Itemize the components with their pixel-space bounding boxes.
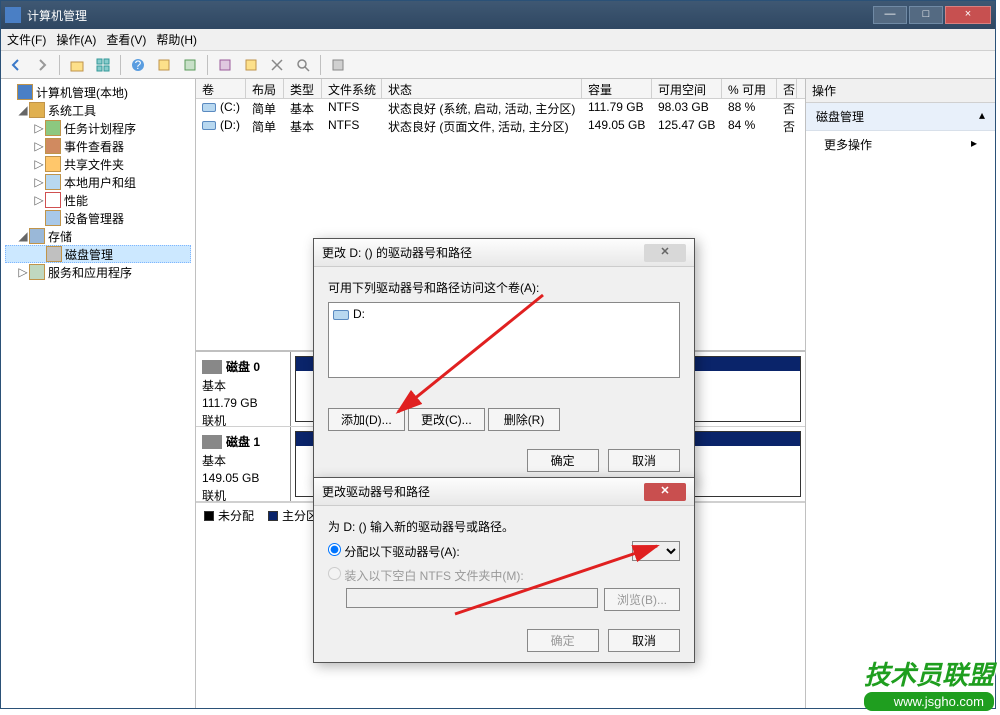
- tree-eventviewer[interactable]: ▷事件查看器: [5, 137, 191, 155]
- back-button[interactable]: [5, 54, 27, 76]
- add-button[interactable]: 添加(D)...: [328, 408, 405, 431]
- menu-help[interactable]: 帮助(H): [156, 31, 197, 48]
- up-button[interactable]: [66, 54, 88, 76]
- titlebar[interactable]: 计算机管理 — □ ×: [1, 1, 995, 29]
- forward-button[interactable]: [31, 54, 53, 76]
- col-pct[interactable]: % 可用: [722, 79, 777, 98]
- menu-file[interactable]: 文件(F): [7, 31, 46, 48]
- drive-item[interactable]: D:: [333, 307, 675, 321]
- remove-button[interactable]: 删除(R): [488, 408, 560, 431]
- dialog1-ok-button[interactable]: 确定: [527, 449, 599, 472]
- menu-view[interactable]: 查看(V): [106, 31, 146, 48]
- change-drive-letter-dialog: 更改 D: () 的驱动器号和路径 ✕ 可用下列驱动器号和路径访问这个卷(A):…: [313, 238, 695, 483]
- view-button[interactable]: [92, 54, 114, 76]
- mount-path-input: [346, 588, 598, 608]
- tree-diskmgmt[interactable]: 磁盘管理: [5, 245, 191, 263]
- change-button[interactable]: 更改(C)...: [408, 408, 485, 431]
- mount-folder-label: 装入以下空白 NTFS 文件夹中(M):: [328, 569, 524, 583]
- dialog2-cancel-button[interactable]: 取消: [608, 629, 680, 652]
- tool-icon-2[interactable]: [179, 54, 201, 76]
- assign-letter-radio[interactable]: [328, 543, 341, 556]
- tool-icon-6[interactable]: [327, 54, 349, 76]
- svg-text:?: ?: [135, 58, 142, 72]
- volume-list-header: 卷 布局 类型 文件系统 状态 容量 可用空间 % 可用 否: [196, 79, 805, 99]
- dialog2-titlebar[interactable]: 更改驱动器号和路径 ✕: [314, 478, 694, 506]
- tool-icon-3[interactable]: [214, 54, 236, 76]
- search-icon[interactable]: [292, 54, 314, 76]
- tree-systools[interactable]: ◢系统工具: [5, 101, 191, 119]
- tree-root[interactable]: 计算机管理(本地): [5, 83, 191, 101]
- dialog1-instruction: 可用下列驱动器号和路径访问这个卷(A):: [328, 279, 680, 296]
- browse-button: 浏览(B)...: [604, 588, 680, 611]
- tree-performance[interactable]: ▷性能: [5, 191, 191, 209]
- app-icon: [5, 7, 21, 23]
- col-layout[interactable]: 布局: [246, 79, 284, 98]
- dialog1-titlebar[interactable]: 更改 D: () 的驱动器号和路径 ✕: [314, 239, 694, 267]
- assign-letter-label[interactable]: 分配以下驱动器号(A):: [328, 543, 460, 560]
- help-icon[interactable]: ?: [127, 54, 149, 76]
- minimize-button[interactable]: —: [873, 6, 907, 24]
- col-capacity[interactable]: 容量: [582, 79, 652, 98]
- dialog1-close-button[interactable]: ✕: [644, 244, 686, 262]
- dialog2-ok-button: 确定: [527, 629, 599, 652]
- dialog2-close-button[interactable]: ✕: [644, 483, 686, 501]
- watermark: 技术员联盟 www.jsgho.com: [864, 655, 994, 711]
- navigation-tree: 计算机管理(本地) ◢系统工具 ▷任务计划程序 ▷事件查看器 ▷共享文件夹 ▷本…: [1, 79, 196, 708]
- tree-taskscheduler[interactable]: ▷任务计划程序: [5, 119, 191, 137]
- volume-row[interactable]: (D:)简单基本NTFS状态良好 (页面文件, 活动, 主分区)149.05 G…: [196, 117, 805, 135]
- col-volume[interactable]: 卷: [196, 79, 246, 98]
- drive-letter-listbox[interactable]: D:: [328, 302, 680, 378]
- chevron-right-icon: ▸: [971, 136, 977, 153]
- dialog1-title: 更改 D: () 的驱动器号和路径: [322, 244, 644, 261]
- mount-folder-radio: [328, 567, 341, 580]
- tree-storage[interactable]: ◢存储: [5, 227, 191, 245]
- col-type[interactable]: 类型: [284, 79, 322, 98]
- change-letter-path-dialog: 更改驱动器号和路径 ✕ 为 D: () 输入新的驱动器号或路径。 分配以下驱动器…: [313, 477, 695, 663]
- dialog2-instruction: 为 D: () 输入新的驱动器号或路径。: [328, 518, 680, 535]
- tree-sharedfolders[interactable]: ▷共享文件夹: [5, 155, 191, 173]
- col-free[interactable]: 可用空间: [652, 79, 722, 98]
- maximize-button[interactable]: □: [909, 6, 943, 24]
- tool-icon-4[interactable]: [240, 54, 262, 76]
- window-title: 计算机管理: [27, 7, 873, 24]
- action-panel: 操作 磁盘管理▴ 更多操作▸: [805, 79, 995, 708]
- col-status[interactable]: 状态: [382, 79, 582, 98]
- col-fault[interactable]: 否: [777, 79, 797, 98]
- volume-row[interactable]: (C:)简单基本NTFS状态良好 (系统, 启动, 活动, 主分区)111.79…: [196, 99, 805, 117]
- collapse-icon: ▴: [979, 108, 985, 125]
- action-diskmgmt[interactable]: 磁盘管理▴: [806, 103, 995, 131]
- col-fs[interactable]: 文件系统: [322, 79, 382, 98]
- action-more[interactable]: 更多操作▸: [806, 131, 995, 158]
- tree-services[interactable]: ▷服务和应用程序: [5, 263, 191, 281]
- close-button[interactable]: ×: [945, 6, 991, 24]
- tool-icon-5[interactable]: [266, 54, 288, 76]
- legend-primary-swatch: [268, 511, 278, 521]
- action-header: 操作: [806, 79, 995, 103]
- drive-letter-select[interactable]: D: [632, 541, 680, 561]
- tree-devicemgr[interactable]: 设备管理器: [5, 209, 191, 227]
- dialog1-cancel-button[interactable]: 取消: [608, 449, 680, 472]
- dialog2-title: 更改驱动器号和路径: [322, 483, 644, 500]
- menubar: 文件(F) 操作(A) 查看(V) 帮助(H): [1, 29, 995, 51]
- menu-action[interactable]: 操作(A): [56, 31, 96, 48]
- legend-unalloc-swatch: [204, 511, 214, 521]
- tree-localusers[interactable]: ▷本地用户和组: [5, 173, 191, 191]
- tool-icon-1[interactable]: [153, 54, 175, 76]
- toolbar: ?: [1, 51, 995, 79]
- drive-icon: [333, 310, 349, 320]
